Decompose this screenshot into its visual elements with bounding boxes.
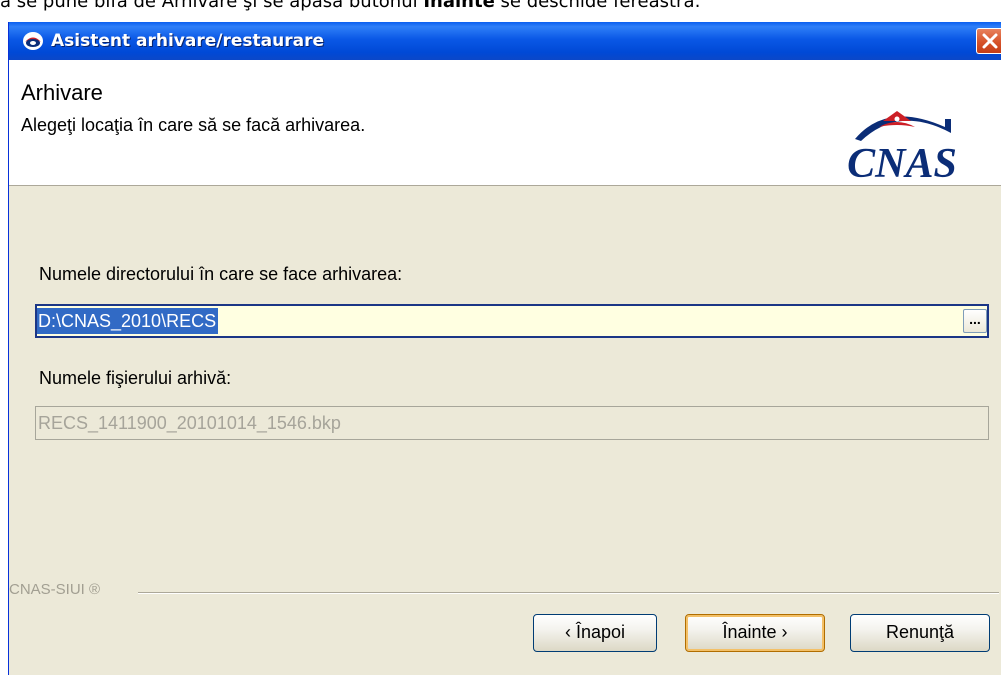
back-button[interactable]: ‹ Înapoi	[533, 614, 657, 652]
title-bar[interactable]: Asistent arhivare/restaurare	[9, 22, 1001, 60]
wizard-header: Arhivare Alegeţi locaţia în care să se f…	[9, 60, 1001, 186]
wizard-window: Asistent arhivare/restaurare Arhivare Al…	[8, 22, 1001, 675]
footer-brand: CNAS-SIUI ®	[9, 581, 101, 598]
window-title: Asistent arhivare/restaurare	[51, 31, 324, 51]
cancel-button[interactable]: Renunţă	[850, 614, 990, 652]
logo-text: CNAS	[847, 141, 957, 182]
caption-text-end: se deschide fereastra:	[494, 0, 701, 12]
archive-file-value: RECS_1411900_20101014_1546.bkp	[38, 413, 341, 433]
next-button[interactable]: Înainte ›	[685, 614, 825, 652]
document-caption: a se pune bifa de Arhivare şi se apasă b…	[0, 0, 1001, 13]
archive-file-label: Numele fişierului arhivă:	[39, 368, 232, 388]
caption-text: a se pune bifa de Arhivare şi se apasă b…	[0, 0, 424, 12]
cnas-app-icon	[23, 32, 43, 50]
directory-input[interactable]: D:\CNAS_2010\RECS ...	[35, 304, 989, 338]
directory-value[interactable]: D:\CNAS_2010\RECS	[37, 308, 219, 334]
browse-button[interactable]: ...	[963, 309, 987, 333]
close-button[interactable]	[976, 28, 1001, 54]
directory-label: Numele directorului în care se face arhi…	[39, 264, 403, 284]
page-title: Arhivare	[21, 80, 103, 105]
footer-divider	[138, 592, 999, 594]
caption-bold-text: Înainte	[423, 0, 495, 12]
page-subtitle: Alegeţi locaţia în care să se facă arhiv…	[21, 115, 366, 135]
archive-file-input: RECS_1411900_20101014_1546.bkp	[35, 406, 989, 440]
close-icon	[982, 33, 998, 49]
cnas-logo: CNAS	[847, 111, 957, 182]
